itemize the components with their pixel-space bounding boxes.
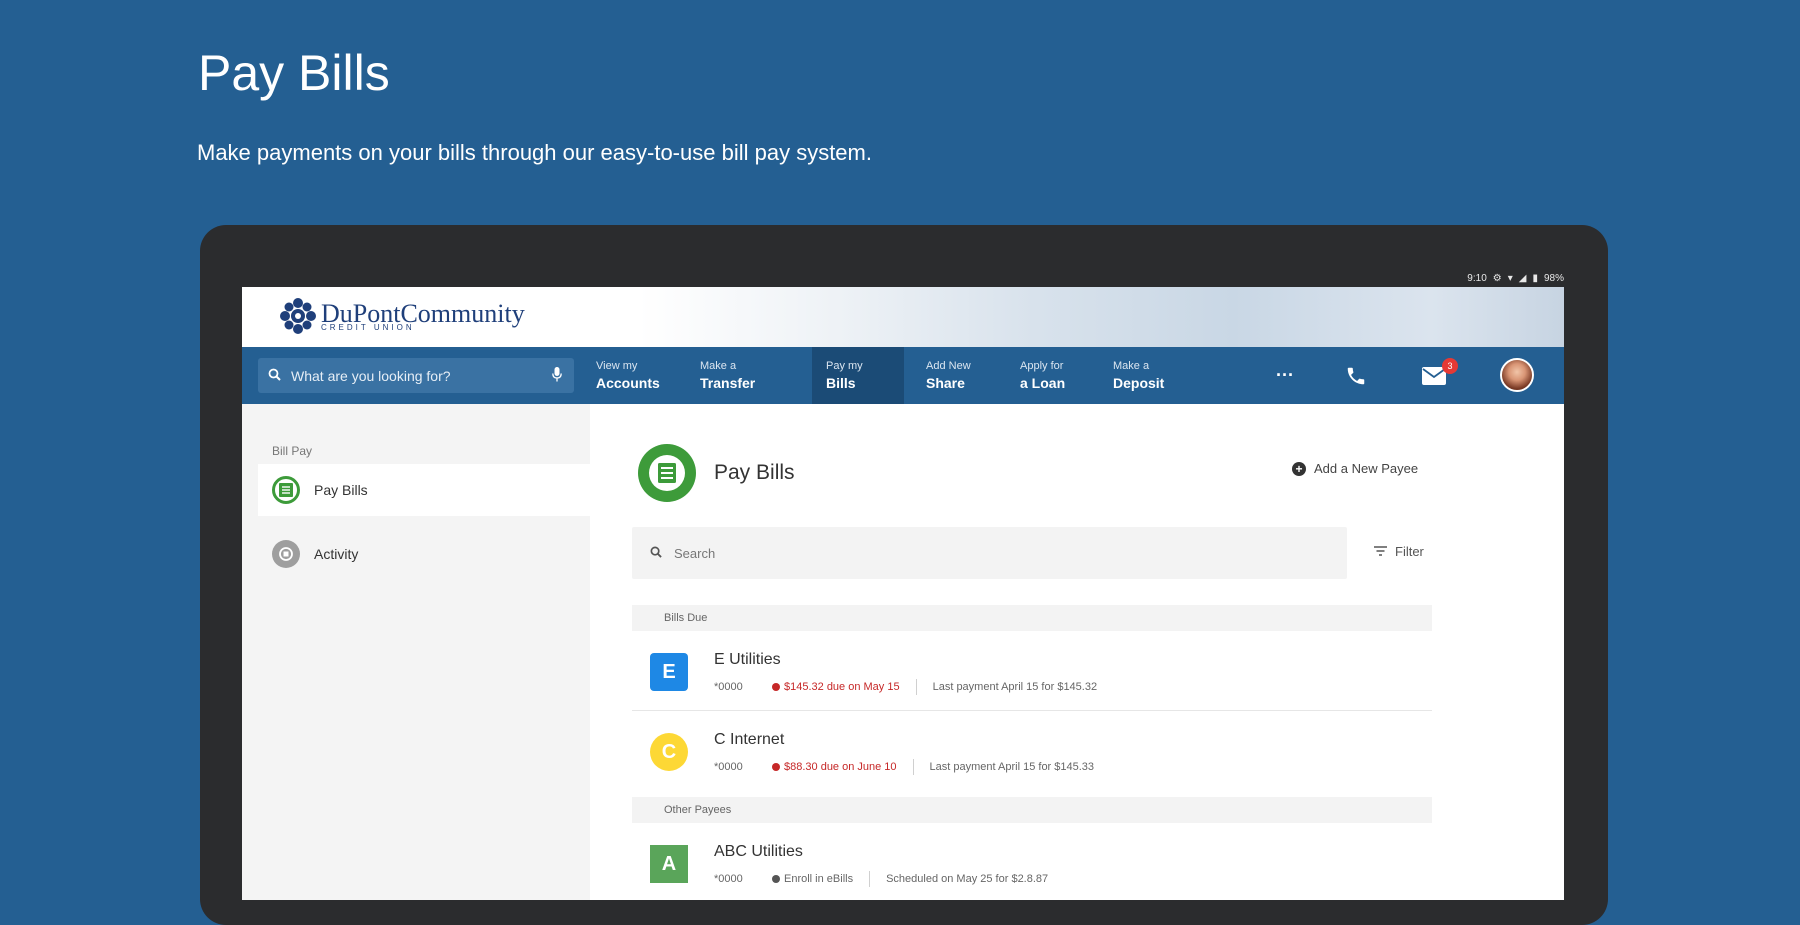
- microphone-icon[interactable]: [552, 366, 562, 385]
- mail-badge: 3: [1442, 358, 1458, 374]
- nav-make-deposit[interactable]: Make a Deposit: [1099, 347, 1191, 404]
- app-screen: DuPontCommunity CREDIT UNION View my Acc…: [242, 287, 1564, 900]
- account-number: *0000: [714, 761, 743, 773]
- bill-row-e-utilities[interactable]: E E Utilities *0000 $145.32 due on May 1…: [632, 631, 1432, 711]
- battery-level: 98%: [1543, 272, 1564, 284]
- meta-separator: [869, 871, 871, 887]
- nav-item-top: Pay my: [826, 360, 863, 372]
- pay-bills-icon: [638, 444, 696, 502]
- alert-dot-icon: [772, 763, 780, 771]
- bill-row-abc-utilities[interactable]: A ABC Utilities *0000 Enroll in eBills S…: [632, 823, 1432, 900]
- payee-meta: *0000 $145.32 due on May 15 Last payment…: [714, 679, 1097, 695]
- hero-subtitle: Make payments on your bills through our …: [197, 140, 872, 165]
- sidebar-item-label: Pay Bills: [314, 482, 368, 498]
- nav-add-share[interactable]: Add New Share: [912, 347, 1002, 404]
- payee-meta: *0000 Enroll in eBills Scheduled on May …: [714, 871, 1048, 887]
- sidebar-item-activity[interactable]: Activity: [258, 528, 590, 580]
- payee-name: ABC Utilities: [714, 843, 803, 860]
- bill-list-icon: [272, 476, 300, 504]
- main-content: Pay Bills + Add a New Payee Filter Bills…: [590, 404, 1564, 900]
- payee-name: E Utilities: [714, 651, 781, 668]
- status-bar: 9:10 ⚙ ▾ ◢ ▮ 98%: [242, 270, 1564, 286]
- sidebar-item-label: Activity: [314, 546, 359, 562]
- signal-icon: ◢: [1518, 272, 1527, 284]
- due-amount: $145.32 due on May 15: [772, 681, 900, 693]
- activity-icon: [272, 540, 300, 568]
- nav-item-top: Apply for: [1020, 360, 1064, 372]
- nav-item-top: Make a: [1113, 360, 1150, 372]
- search-icon: [650, 546, 662, 561]
- filter-icon: [1374, 544, 1387, 559]
- nav-view-accounts[interactable]: View my Accounts: [582, 347, 672, 404]
- status-time: 9:10: [1467, 272, 1487, 284]
- scheduled-payment: Scheduled on May 25 for $2.8.87: [886, 873, 1049, 885]
- section-other-payees: Other Payees: [632, 797, 1432, 823]
- add-payee-button[interactable]: + Add a New Payee: [1292, 461, 1418, 476]
- nav-item-bottom: Deposit: [1113, 375, 1165, 391]
- nav-item-bottom: Accounts: [596, 375, 660, 391]
- main-nav: View my Accounts Make a Transfer Pay my …: [242, 347, 1564, 404]
- filter-label: Filter: [1395, 544, 1424, 559]
- payee-e-icon: E: [650, 653, 688, 691]
- due-text: $88.30 due on June 10: [784, 761, 897, 773]
- last-payment: Last payment April 15 for $145.33: [929, 761, 1095, 773]
- nav-item-top: Add New: [926, 360, 971, 372]
- logo-mark-icon: [279, 297, 317, 335]
- nav-item-bottom: Share: [926, 375, 965, 391]
- plus-icon: +: [1292, 461, 1306, 476]
- phone-icon[interactable]: [1342, 363, 1370, 389]
- nav-item-top: View my: [596, 360, 638, 372]
- wifi-icon: ▾: [1507, 272, 1513, 284]
- due-text: $145.32 due on May 15: [784, 681, 900, 693]
- nav-item-bottom: Transfer: [700, 375, 756, 391]
- section-bills-due: Bills Due: [632, 605, 1432, 631]
- global-search-input[interactable]: [289, 366, 543, 385]
- payee-c-icon: C: [650, 733, 688, 771]
- account-number: *0000: [714, 681, 743, 693]
- alert-dot-icon: [772, 683, 780, 691]
- brand-bar: DuPontCommunity CREDIT UNION: [242, 287, 1564, 347]
- sidebar-heading: Bill Pay: [272, 444, 313, 458]
- payee-name: C Internet: [714, 731, 785, 748]
- global-search[interactable]: [258, 358, 574, 393]
- ebill-status[interactable]: Enroll in eBills: [772, 873, 853, 885]
- meta-separator: [912, 759, 914, 775]
- payee-meta: *0000 $88.30 due on June 10 Last payment…: [714, 759, 1094, 775]
- nav-item-bottom: a Loan: [1020, 375, 1066, 391]
- more-icon[interactable]: ···: [1270, 361, 1300, 389]
- payee-search[interactable]: [632, 527, 1347, 579]
- due-amount: $88.30 due on June 10: [772, 761, 897, 773]
- last-payment: Last payment April 15 for $145.32: [932, 681, 1098, 693]
- notification-icon: ⚙: [1492, 272, 1502, 284]
- account-number: *0000: [714, 873, 743, 885]
- ebill-status-text: Enroll in eBills: [784, 873, 854, 885]
- status-dot-icon: [772, 875, 780, 883]
- battery-icon: ▮: [1532, 272, 1538, 284]
- nav-pay-bills[interactable]: Pay my Bills: [812, 347, 904, 404]
- bill-row-c-internet[interactable]: C C Internet *0000 $88.30 due on June 10…: [632, 711, 1432, 791]
- avatar[interactable]: [1500, 358, 1534, 392]
- payee-a-icon: A: [650, 845, 688, 883]
- sidebar: Bill Pay Pay Bills Activity: [242, 404, 590, 900]
- nav-apply-loan[interactable]: Apply for a Loan: [1006, 347, 1098, 404]
- nav-item-top: Make a: [700, 360, 737, 372]
- search-icon: [268, 368, 281, 384]
- nav-make-transfer[interactable]: Make a Transfer: [686, 347, 778, 404]
- filter-button[interactable]: Filter: [1374, 544, 1424, 559]
- page-title: Pay Bills: [714, 461, 795, 484]
- logo[interactable]: DuPontCommunity CREDIT UNION: [279, 297, 525, 335]
- nav-item-bottom: Bills: [826, 375, 856, 391]
- payee-search-input[interactable]: [672, 544, 1276, 562]
- meta-separator: [915, 679, 917, 695]
- add-payee-label: Add a New Payee: [1314, 461, 1419, 476]
- sidebar-item-pay-bills[interactable]: Pay Bills: [258, 464, 590, 516]
- hero-title: Pay Bills: [198, 45, 390, 101]
